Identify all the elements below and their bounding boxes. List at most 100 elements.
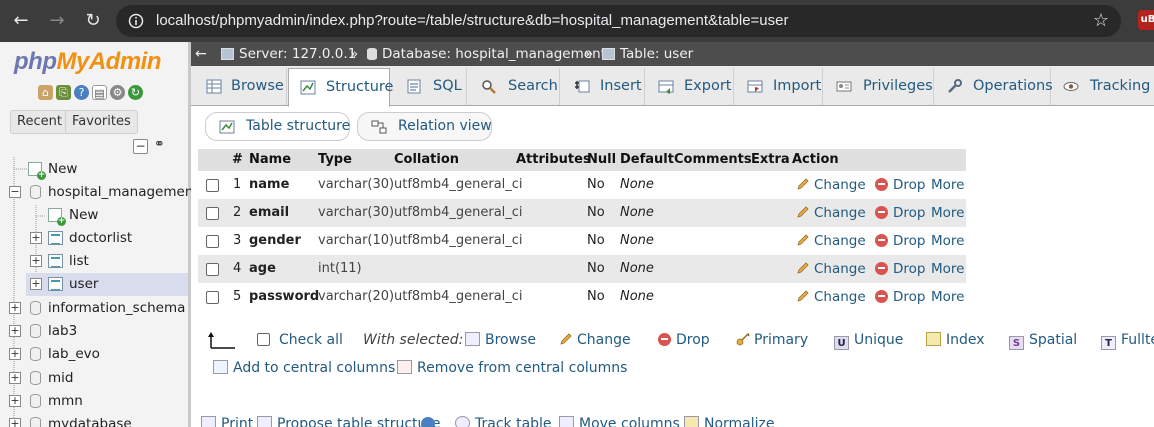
- collapse-all-icon[interactable]: −: [133, 139, 148, 154]
- more-dropdown[interactable]: More: [931, 255, 964, 283]
- header-collation[interactable]: Collation: [394, 149, 459, 171]
- ublock-extension-icon[interactable]: uB: [1138, 10, 1154, 30]
- back-arrow-icon[interactable]: ←: [10, 10, 32, 32]
- link-with-main-icon[interactable]: ⚭: [152, 138, 167, 154]
- tab-structure[interactable]: Structure: [288, 68, 393, 107]
- expand-toggle-icon[interactable]: +: [30, 255, 42, 267]
- tree-item-list[interactable]: + list: [0, 250, 188, 273]
- header-null[interactable]: Null: [587, 149, 616, 171]
- url-text[interactable]: localhost/phpmyadmin/index.php?route=/ta…: [156, 5, 789, 37]
- more-dropdown[interactable]: More: [931, 171, 964, 199]
- row-checkbox[interactable]: [206, 263, 219, 276]
- bookmark-star-icon[interactable]: ☆: [1093, 5, 1109, 37]
- expand-toggle-icon[interactable]: +: [9, 372, 21, 384]
- tree-item-mid[interactable]: + mid: [0, 367, 188, 390]
- tree-item-mmn[interactable]: + mmn: [0, 390, 188, 413]
- expand-toggle-icon[interactable]: +: [30, 232, 42, 244]
- recent-button[interactable]: Recent: [10, 110, 69, 134]
- tab-insert[interactable]: Insert: [561, 68, 645, 105]
- bulk-fulltext-button[interactable]: T Fulltex: [1101, 327, 1154, 353]
- collapse-sidebar-arrow-icon[interactable]: ←: [195, 42, 207, 66]
- drop-button[interactable]: Drop: [875, 255, 925, 283]
- more-dropdown[interactable]: More: [931, 227, 964, 255]
- header-name[interactable]: Name: [249, 149, 291, 171]
- change-button[interactable]: Change: [796, 199, 866, 227]
- collapse-toggle-icon[interactable]: −: [9, 186, 21, 198]
- change-button[interactable]: Change: [796, 255, 866, 283]
- row-checkbox[interactable]: [206, 179, 219, 192]
- reload-icon[interactable]: ↻: [82, 10, 104, 32]
- header-attributes[interactable]: Attributes: [516, 149, 591, 171]
- move-columns-link[interactable]: Move columns: [559, 414, 680, 427]
- expand-toggle-icon[interactable]: +: [30, 278, 42, 290]
- row-checkbox[interactable]: [206, 291, 219, 304]
- tab-import[interactable]: Import: [735, 68, 823, 105]
- expand-toggle-icon[interactable]: +: [9, 348, 21, 360]
- tree-item-new-database[interactable]: New: [0, 158, 188, 181]
- add-central-columns-link[interactable]: Add to central columns: [213, 356, 395, 380]
- check-all-checkbox[interactable]: [257, 333, 270, 346]
- bulk-spatial-button[interactable]: S Spatial: [1009, 327, 1077, 353]
- tab-operations[interactable]: Operations: [935, 68, 1053, 105]
- address-bar[interactable]: localhost/phpmyadmin/index.php?route=/ta…: [116, 5, 1121, 37]
- drop-button[interactable]: Drop: [875, 283, 925, 311]
- breadcrumb-server[interactable]: Server: 127.0.0.1: [221, 42, 356, 66]
- tree-item-hospital-management[interactable]: − hospital_management: [0, 181, 199, 204]
- tree-item-mydatabase[interactable]: + mydatabase: [0, 413, 188, 427]
- row-checkbox[interactable]: [206, 207, 219, 220]
- breadcrumb-table[interactable]: Table: user: [602, 42, 693, 66]
- phpmyadmin-logo[interactable]: phpMyAdmin: [14, 48, 161, 76]
- tab-export[interactable]: Export: [646, 68, 734, 105]
- forward-arrow-icon[interactable]: →: [46, 10, 68, 32]
- subtab-relation-view[interactable]: Relation view: [357, 112, 492, 141]
- row-checkbox[interactable]: [206, 235, 219, 248]
- track-table-link[interactable]: Track table: [455, 414, 552, 427]
- subtab-table-structure[interactable]: Table structure: [205, 112, 350, 141]
- tree-item-new-table[interactable]: New: [0, 204, 188, 227]
- help-icon[interactable]: ?: [74, 85, 89, 100]
- header-default[interactable]: Default: [620, 149, 674, 171]
- change-button[interactable]: Change: [796, 171, 866, 199]
- tree-item-doctorlist[interactable]: + doctorlist: [0, 227, 188, 250]
- more-dropdown[interactable]: More: [931, 199, 964, 227]
- change-button[interactable]: Change: [796, 227, 866, 255]
- settings-gear-icon[interactable]: ⚙: [110, 85, 125, 100]
- print-link[interactable]: Print: [201, 414, 253, 427]
- propose-structure-link[interactable]: Propose table structure: [257, 414, 440, 427]
- reload-navigation-icon[interactable]: ↻: [128, 85, 143, 100]
- site-info-icon[interactable]: [128, 13, 144, 29]
- tab-sql[interactable]: SQL: [391, 68, 467, 105]
- bulk-change-button[interactable]: Change: [559, 327, 631, 353]
- favorites-button[interactable]: Favorites: [65, 110, 138, 134]
- more-dropdown[interactable]: More: [931, 283, 964, 311]
- tree-item-lab3[interactable]: + lab3: [0, 320, 188, 343]
- tree-item-user[interactable]: + user: [26, 273, 188, 296]
- header-type[interactable]: Type: [318, 149, 352, 171]
- home-icon[interactable]: ⌂: [38, 85, 53, 100]
- expand-toggle-icon[interactable]: +: [9, 325, 21, 337]
- drop-button[interactable]: Drop: [875, 171, 925, 199]
- check-all-label[interactable]: Check all: [279, 327, 343, 353]
- tree-item-lab-evo[interactable]: + lab_evo: [0, 343, 188, 366]
- tab-privileges[interactable]: Privileges: [824, 68, 934, 105]
- tree-item-information-schema[interactable]: + information_schema: [0, 297, 188, 320]
- remove-central-columns-link[interactable]: Remove from central columns: [397, 356, 627, 380]
- logout-icon[interactable]: ⎘: [56, 85, 71, 100]
- tab-tracking[interactable]: Tracking: [1052, 68, 1154, 105]
- tab-search[interactable]: Search: [468, 68, 560, 105]
- breadcrumb-database[interactable]: Database: hospital_management: [367, 42, 606, 66]
- bulk-index-button[interactable]: Index: [926, 327, 985, 353]
- drop-button[interactable]: Drop: [875, 227, 925, 255]
- bulk-primary-button[interactable]: Primary: [736, 327, 808, 353]
- bulk-unique-button[interactable]: U Unique: [834, 327, 903, 353]
- change-button[interactable]: Change: [796, 283, 866, 311]
- expand-toggle-icon[interactable]: +: [9, 418, 21, 427]
- propose-help-icon[interactable]: [421, 417, 435, 427]
- documentation-icon[interactable]: ▤: [92, 85, 107, 100]
- normalize-link[interactable]: Normalize: [684, 414, 775, 427]
- header-extra[interactable]: Extra: [751, 149, 790, 171]
- drop-button[interactable]: Drop: [875, 199, 925, 227]
- bulk-drop-button[interactable]: Drop: [658, 327, 710, 353]
- tab-browse[interactable]: Browse: [191, 68, 287, 105]
- header-comments[interactable]: Comments: [674, 149, 752, 171]
